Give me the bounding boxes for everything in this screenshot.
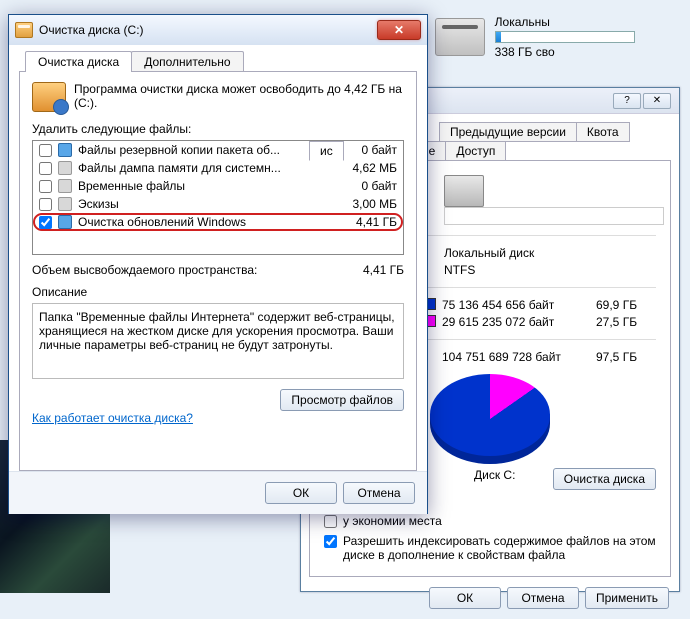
file-checkbox[interactable] xyxy=(39,162,52,175)
ok-button[interactable]: ОК xyxy=(265,482,337,504)
disk-fs: NTFS xyxy=(444,263,656,277)
file-name: Эскизы xyxy=(78,197,331,211)
file-size: 3,00 МБ xyxy=(337,197,397,211)
file-row[interactable]: Временные файлы 0 байт xyxy=(33,177,403,195)
index-label: Разрешить индексировать содержимое файло… xyxy=(343,534,656,562)
total-bytes: 104 751 689 728 байт xyxy=(442,350,596,364)
file-name: Файлы резервной копии пакета об... xyxy=(78,143,331,157)
file-row[interactable]: Файлы резервной копии пакета об... 0 байт xyxy=(33,141,403,159)
file-icon xyxy=(58,197,72,211)
file-size: 0 байт xyxy=(337,179,397,193)
cancel-button[interactable]: Отмена xyxy=(507,587,579,609)
disk-cleanup-window: Очистка диска (C:) ✕ Очистка диска Допол… xyxy=(8,14,428,514)
cleanup-intro-icon xyxy=(32,82,66,112)
file-icon xyxy=(58,161,72,175)
file-name: Очистка обновлений Windows xyxy=(78,215,331,229)
file-row[interactable]: Файлы дампа памяти для системн... 4,62 МБ xyxy=(33,159,403,177)
file-name: Файлы дампа памяти для системн... xyxy=(78,161,331,175)
file-checkbox[interactable] xyxy=(39,180,52,193)
file-size: 0 байт xyxy=(337,143,397,157)
total-human: 97,5 ГБ xyxy=(596,350,656,364)
cleanup-button-bar: ОК Отмена xyxy=(9,471,427,514)
file-checkbox[interactable] xyxy=(39,198,52,211)
file-icon xyxy=(58,179,72,193)
drive-d-label: Локальны xyxy=(495,15,635,29)
drive-d-usage-bar xyxy=(495,31,635,43)
disk-icon xyxy=(444,175,484,207)
tab-quota[interactable]: Квота xyxy=(576,122,630,142)
view-files-button[interactable]: Просмотр файлов xyxy=(280,389,404,411)
ok-button[interactable]: ОК xyxy=(429,587,501,609)
file-icon xyxy=(58,143,72,157)
free-human: 27,5 ГБ xyxy=(596,315,656,329)
cleanup-intro-text: Программа очистки диска может освободить… xyxy=(74,82,404,110)
index-checkbox[interactable] xyxy=(324,535,337,548)
file-name: Временные файлы xyxy=(78,179,331,193)
gain-value: 4,41 ГБ xyxy=(363,263,404,277)
compress-label: у экономии места xyxy=(343,514,442,528)
disk-type: Локальный диск xyxy=(444,246,656,260)
file-row[interactable]: Эскизы 3,00 МБ xyxy=(33,195,403,213)
file-size: 4,41 ГБ xyxy=(337,215,397,229)
cancel-button[interactable]: Отмена xyxy=(343,482,415,504)
cleanup-icon xyxy=(15,22,33,38)
props-button-bar: ОК Отмена Применить xyxy=(301,577,679,619)
cleanup-title: Очистка диска (C:) xyxy=(39,23,144,37)
hdd-icon xyxy=(435,18,485,56)
close-button[interactable]: ✕ xyxy=(643,93,671,109)
used-bytes: 75 136 454 656 байт xyxy=(442,298,596,312)
close-button[interactable]: ✕ xyxy=(377,20,421,40)
usage-pie xyxy=(430,374,550,464)
disk-cleanup-button[interactable]: Очистка диска xyxy=(553,468,656,490)
file-size: 4,62 МБ xyxy=(337,161,397,175)
desc-heading: Описание xyxy=(32,285,404,299)
delete-files-label: Удалить следующие файлы: xyxy=(32,122,404,136)
tab-more-options[interactable]: Дополнительно xyxy=(131,51,243,72)
disk-name-input[interactable] xyxy=(444,207,664,225)
file-checkbox[interactable] xyxy=(39,216,52,229)
used-human: 69,9 ГБ xyxy=(596,298,656,312)
drive-d-free: 338 ГБ сво xyxy=(495,45,635,59)
help-button[interactable]: ? xyxy=(613,93,641,109)
tab-cleanup[interactable]: Очистка диска xyxy=(25,51,132,72)
files-list[interactable]: Файлы резервной копии пакета об... 0 байт… xyxy=(32,140,404,255)
file-checkbox[interactable] xyxy=(39,144,52,157)
cleanup-titlebar[interactable]: Очистка диска (C:) ✕ xyxy=(9,15,427,45)
tab-previous-versions[interactable]: Предыдущие версии xyxy=(439,122,577,142)
file-icon xyxy=(58,215,72,229)
gain-label: Объем высвобождаемого пространства: xyxy=(32,263,363,277)
free-bytes: 29 615 235 072 байт xyxy=(442,315,596,329)
tab-sharing[interactable]: Доступ xyxy=(445,141,506,161)
desc-text: Папка "Временные файлы Интернета" содерж… xyxy=(32,303,404,379)
pie-caption: Диск C: xyxy=(474,468,515,482)
apply-button[interactable]: Применить xyxy=(585,587,669,609)
tab-general[interactable]: ис xyxy=(309,141,344,161)
how-it-works-link[interactable]: Как работает очистка диска? xyxy=(32,411,404,425)
drive-d[interactable]: Локальны 338 ГБ сво xyxy=(435,15,635,59)
file-row[interactable]: Очистка обновлений Windows 4,41 ГБ xyxy=(33,213,403,231)
compress-checkbox[interactable] xyxy=(324,515,337,528)
